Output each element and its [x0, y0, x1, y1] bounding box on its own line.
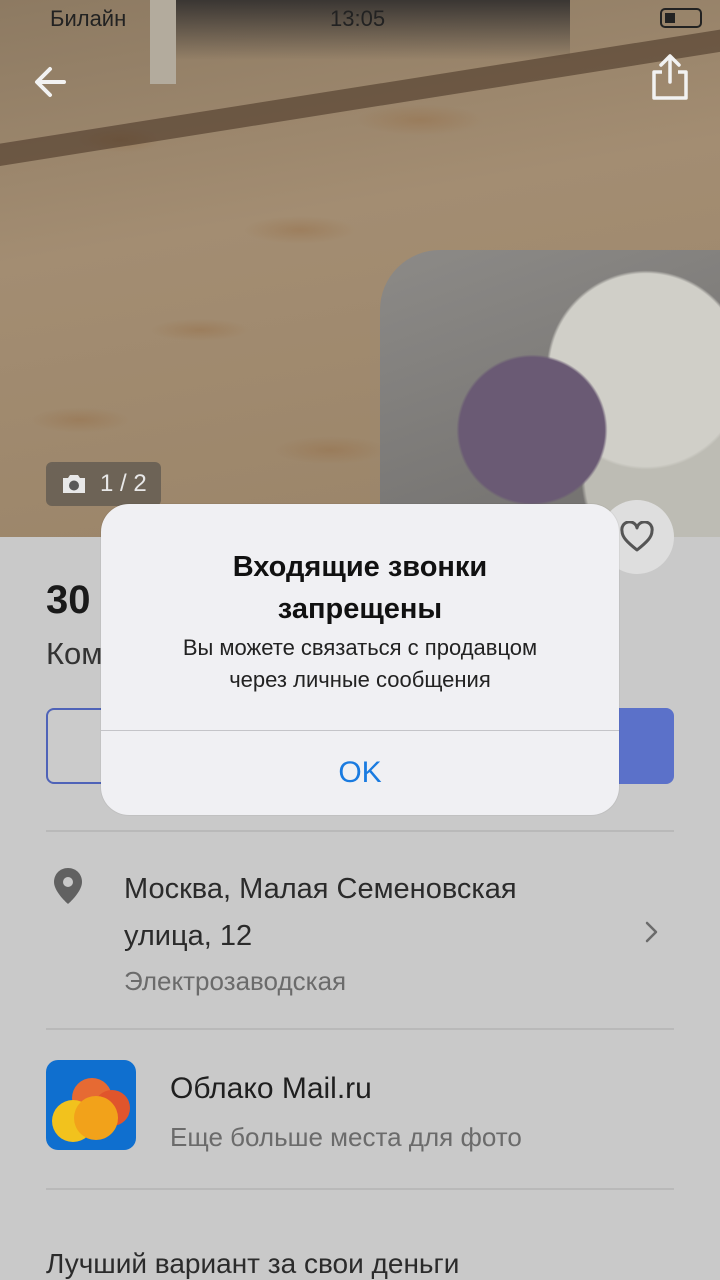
alert-dialog: Входящие звонки запрещены Вы можете связ… — [101, 504, 619, 815]
alert-message-line: через личные сообщения — [229, 667, 491, 692]
alert-ok-button[interactable]: OK — [101, 731, 619, 815]
alert-title-line: Входящие звонки — [232, 551, 488, 583]
alert-message-line: Вы можете связаться с продавцом — [182, 635, 538, 660]
alert-message: Вы можете связаться с продавцом через ли… — [101, 632, 619, 696]
alert-title-line: запрещены — [277, 593, 443, 625]
alert-title: Входящие звонки запрещены — [101, 546, 619, 630]
